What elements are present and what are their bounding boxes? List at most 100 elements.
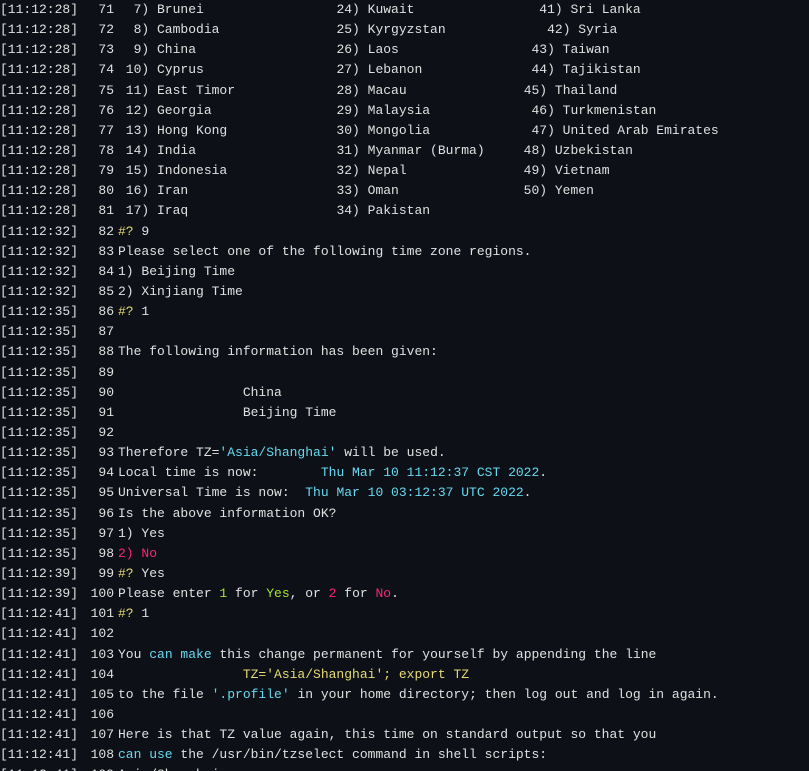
terminal-line: [11:12:28]71 7) Brunei 24) Kuwait 41) Sr… (0, 0, 809, 20)
text-segment: 'Asia/Shanghai' (219, 445, 336, 460)
text-segment: '.profile' (212, 687, 290, 702)
timestamp: [11:12:28] (0, 201, 82, 221)
text-segment: 41) Sri Lanka (414, 2, 640, 17)
line-number: 91 (82, 403, 118, 423)
text-segment: to the file (118, 687, 212, 702)
line-content: Asia/Shanghai (118, 765, 219, 771)
text-segment: 17) Iraq (118, 203, 188, 218)
terminal-line: [11:12:41]104 TZ='Asia/Shanghai'; export… (0, 665, 809, 685)
text-segment: Please select one of the following time … (118, 244, 531, 259)
line-number: 71 (82, 0, 118, 20)
terminal: [11:12:28]71 7) Brunei 24) Kuwait 41) Sr… (0, 0, 809, 771)
timestamp: [11:12:35] (0, 443, 82, 463)
line-content: #? 9 (118, 222, 149, 242)
line-content: Universal Time is now: Thu Mar 10 03:12:… (118, 483, 531, 503)
line-content: The following information has been given… (118, 342, 438, 362)
line-number: 80 (82, 181, 118, 201)
line-number: 78 (82, 141, 118, 161)
line-number: 87 (82, 322, 118, 342)
text-segment: 13) Hong Kong (118, 123, 227, 138)
terminal-line: [11:12:28]74 10) Cyprus 27) Lebanon 44) … (0, 60, 809, 80)
terminal-line: [11:12:28]80 16) Iran 33) Oman 50) Yemen (0, 181, 809, 201)
text-segment: Thu Mar 10 03:12:37 UTC 2022 (305, 485, 523, 500)
terminal-line: [11:12:35]90 China (0, 383, 809, 403)
line-number: 82 (82, 222, 118, 242)
text-segment: Asia/Shanghai (118, 767, 219, 771)
text-segment: can use (118, 747, 173, 762)
terminal-line: [11:12:28]72 8) Cambodia 25) Kyrgyzstan … (0, 20, 809, 40)
text-segment: 8) Cambodia (118, 22, 219, 37)
text-segment: 32) Nepal (227, 163, 406, 178)
text-segment: 15) Indonesia (118, 163, 227, 178)
line-number: 104 (82, 665, 118, 685)
terminal-line: [11:12:41]105to the file '.profile' in y… (0, 685, 809, 705)
line-number: 86 (82, 302, 118, 322)
text-segment: 10) Cyprus (118, 62, 204, 77)
terminal-line: [11:12:39]100Please enter 1 for Yes, or … (0, 584, 809, 604)
line-content: 10) Cyprus 27) Lebanon 44) Tajikistan (118, 60, 641, 80)
terminal-line: [11:12:35]982) No (0, 544, 809, 564)
timestamp: [11:12:28] (0, 101, 82, 121)
text-segment: 9) China (118, 42, 196, 57)
text-segment: No (376, 586, 392, 601)
line-content: 14) India 31) Myanmar (Burma) 48) Uzbeki… (118, 141, 633, 161)
terminal-line: [11:12:35]94Local time is now: Thu Mar 1… (0, 463, 809, 483)
text-segment: Here is that TZ value again, this time o… (118, 727, 656, 742)
timestamp: [11:12:39] (0, 584, 82, 604)
line-content: Beijing Time (118, 403, 336, 423)
text-segment: 33) Oman (188, 183, 399, 198)
terminal-line: [11:12:28]75 11) East Timor 28) Macau 45… (0, 81, 809, 101)
text-segment: this change permanent for yourself by ap… (212, 647, 657, 662)
timestamp: [11:12:35] (0, 322, 82, 342)
terminal-line: [11:12:35]92 (0, 423, 809, 443)
timestamp: [11:12:35] (0, 483, 82, 503)
text-segment: You (118, 647, 149, 662)
timestamp: [11:12:28] (0, 121, 82, 141)
text-segment: #? (118, 606, 141, 621)
text-segment: 2) Xinjiang Time (118, 284, 243, 299)
terminal-line: [11:12:32]841) Beijing Time (0, 262, 809, 282)
text-segment: 14) India (118, 143, 196, 158)
timestamp: [11:12:28] (0, 20, 82, 40)
text-segment: 42) Syria (446, 22, 618, 37)
timestamp: [11:12:32] (0, 242, 82, 262)
timestamp: [11:12:28] (0, 0, 82, 20)
text-segment: 43) Taiwan (399, 42, 610, 57)
text-segment: 49) Vietnam (407, 163, 610, 178)
terminal-line: [11:12:28]73 9) China 26) Laos 43) Taiwa… (0, 40, 809, 60)
line-number: 109 (82, 765, 118, 771)
line-content: #? 1 (118, 302, 149, 322)
line-content: 11) East Timor 28) Macau 45) Thailand (118, 81, 617, 101)
text-segment: for (336, 586, 375, 601)
text-segment: 45) Thailand (407, 83, 618, 98)
timestamp: [11:12:41] (0, 765, 82, 771)
line-number: 97 (82, 524, 118, 544)
line-number: 88 (82, 342, 118, 362)
line-number: 92 (82, 423, 118, 443)
terminal-line: [11:12:32]82#? 9 (0, 222, 809, 242)
timestamp: [11:12:28] (0, 81, 82, 101)
terminal-line: [11:12:35]95Universal Time is now: Thu M… (0, 483, 809, 503)
terminal-line: [11:12:41]107Here is that TZ value again… (0, 725, 809, 745)
text-segment: #? (118, 566, 141, 581)
text-segment: will be used. (336, 445, 445, 460)
text-segment: . (524, 485, 532, 500)
line-number: 102 (82, 624, 118, 644)
timestamp: [11:12:28] (0, 161, 82, 181)
timestamp: [11:12:35] (0, 403, 82, 423)
line-content: 1) Beijing Time (118, 262, 235, 282)
line-content: TZ='Asia/Shanghai'; export TZ (118, 665, 469, 685)
line-number: 93 (82, 443, 118, 463)
timestamp: [11:12:35] (0, 544, 82, 564)
line-content: 9) China 26) Laos 43) Taiwan (118, 40, 610, 60)
timestamp: [11:12:28] (0, 60, 82, 80)
terminal-line: [11:12:35]89 (0, 363, 809, 383)
timestamp: [11:12:41] (0, 665, 82, 685)
timestamp: [11:12:35] (0, 524, 82, 544)
text-segment: 1 (141, 304, 149, 319)
timestamp: [11:12:28] (0, 40, 82, 60)
text-segment: Local time is now: (118, 465, 321, 480)
terminal-line: [11:12:35]971) Yes (0, 524, 809, 544)
line-number: 72 (82, 20, 118, 40)
text-segment: 1) Yes (118, 526, 165, 541)
